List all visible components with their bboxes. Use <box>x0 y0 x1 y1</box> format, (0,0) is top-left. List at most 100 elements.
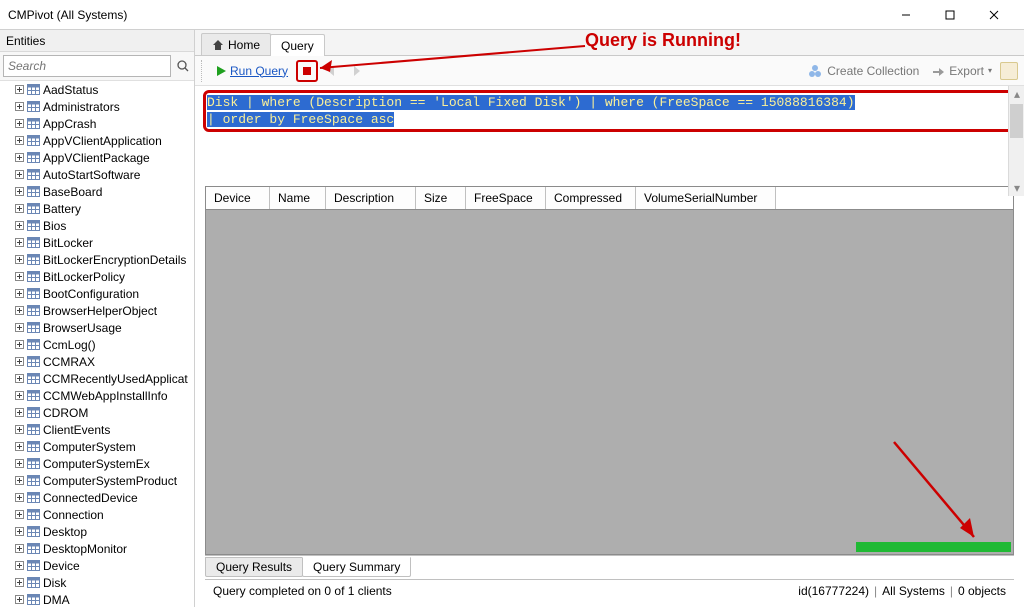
minimize-button[interactable] <box>884 1 928 29</box>
entity-tree-item[interactable]: BaseBoard <box>0 183 194 200</box>
entity-tree-item[interactable]: Connection <box>0 506 194 523</box>
status-objects: 0 objects <box>958 584 1006 598</box>
table-icon <box>26 508 40 522</box>
entity-tree-item[interactable]: Administrators <box>0 98 194 115</box>
tab-query-results[interactable]: Query Results <box>205 557 303 577</box>
entity-tree-item[interactable]: Desktop <box>0 523 194 540</box>
entity-tree-item[interactable]: CCMRecentlyUsedApplicat <box>0 370 194 387</box>
entity-label: Battery <box>43 202 81 216</box>
toolbar-options-button[interactable] <box>1000 62 1018 80</box>
expand-icon[interactable] <box>14 340 24 350</box>
grid-column-header[interactable]: Name <box>270 187 326 209</box>
entity-tree-item[interactable]: BitLocker <box>0 234 194 251</box>
table-icon <box>26 304 40 318</box>
expand-icon[interactable] <box>14 102 24 112</box>
entities-tree[interactable]: AadStatusAdministratorsAppCrashAppVClien… <box>0 81 194 607</box>
entity-tree-item[interactable]: AppCrash <box>0 115 194 132</box>
scroll-down-icon[interactable]: ▾ <box>1009 180 1024 196</box>
entity-label: Device <box>43 559 80 573</box>
maximize-button[interactable] <box>928 1 972 29</box>
expand-icon[interactable] <box>14 493 24 503</box>
entity-tree-item[interactable]: Bios <box>0 217 194 234</box>
editor-scrollbar[interactable]: ▴ ▾ <box>1008 86 1024 196</box>
entity-tree-item[interactable]: Device <box>0 557 194 574</box>
expand-icon[interactable] <box>14 408 24 418</box>
expand-icon[interactable] <box>14 272 24 282</box>
entity-tree-item[interactable]: ComputerSystem <box>0 438 194 455</box>
expand-icon[interactable] <box>14 425 24 435</box>
expand-icon[interactable] <box>14 323 24 333</box>
entity-tree-item[interactable]: AppVClientApplication <box>0 132 194 149</box>
entity-tree-item[interactable]: ComputerSystemEx <box>0 455 194 472</box>
entity-tree-item[interactable]: ComputerSystemProduct <box>0 472 194 489</box>
table-icon <box>26 236 40 250</box>
entity-tree-item[interactable]: BitLockerPolicy <box>0 268 194 285</box>
expand-icon[interactable] <box>14 238 24 248</box>
expand-icon[interactable] <box>14 374 24 384</box>
expand-icon[interactable] <box>14 289 24 299</box>
search-input[interactable] <box>3 55 171 77</box>
grid-column-header[interactable]: Size <box>416 187 466 209</box>
grid-column-header[interactable]: FreeSpace <box>466 187 546 209</box>
scroll-up-icon[interactable]: ▴ <box>1009 86 1024 102</box>
expand-icon[interactable] <box>14 459 24 469</box>
expand-icon[interactable] <box>14 357 24 367</box>
grid-header: DeviceNameDescriptionSizeFreeSpaceCompre… <box>206 187 1013 210</box>
expand-icon[interactable] <box>14 442 24 452</box>
entity-tree-item[interactable]: AadStatus <box>0 81 194 98</box>
expand-icon[interactable] <box>14 255 24 265</box>
entity-tree-item[interactable]: Disk <box>0 574 194 591</box>
entity-tree-item[interactable]: CCMRAX <box>0 353 194 370</box>
close-button[interactable] <box>972 1 1016 29</box>
grid-column-header[interactable]: Description <box>326 187 416 209</box>
annotation-arrow-to-progress-icon <box>874 432 994 552</box>
scroll-thumb[interactable] <box>1010 104 1023 138</box>
entity-tree-item[interactable]: CCMWebAppInstallInfo <box>0 387 194 404</box>
table-icon <box>26 83 40 97</box>
expand-icon[interactable] <box>14 153 24 163</box>
entity-tree-item[interactable]: BrowserHelperObject <box>0 302 194 319</box>
grid-column-header[interactable]: Compressed <box>546 187 636 209</box>
entity-tree-item[interactable]: ConnectedDevice <box>0 489 194 506</box>
expand-icon[interactable] <box>14 306 24 316</box>
expand-icon[interactable] <box>14 561 24 571</box>
expand-icon[interactable] <box>14 119 24 129</box>
entity-tree-item[interactable]: DMA <box>0 591 194 607</box>
entity-tree-item[interactable]: AppVClientPackage <box>0 149 194 166</box>
entity-tree-item[interactable]: Battery <box>0 200 194 217</box>
grid-column-header[interactable]: VolumeSerialNumber <box>636 187 776 209</box>
table-icon <box>26 406 40 420</box>
entity-tree-item[interactable]: CcmLog() <box>0 336 194 353</box>
entity-tree-item[interactable]: ClientEvents <box>0 421 194 438</box>
expand-icon[interactable] <box>14 136 24 146</box>
search-icon[interactable] <box>175 58 191 74</box>
expand-icon[interactable] <box>14 595 24 605</box>
expand-icon[interactable] <box>14 221 24 231</box>
expand-icon[interactable] <box>14 476 24 486</box>
expand-icon[interactable] <box>14 170 24 180</box>
expand-icon[interactable] <box>14 204 24 214</box>
entity-tree-item[interactable]: BrowserUsage <box>0 319 194 336</box>
export-button[interactable]: Export ▾ <box>927 62 996 80</box>
entity-tree-item[interactable]: BitLockerEncryptionDetails <box>0 251 194 268</box>
expand-icon[interactable] <box>14 578 24 588</box>
expand-icon[interactable] <box>14 544 24 554</box>
tab-query-summary[interactable]: Query Summary <box>302 557 411 577</box>
entity-tree-item[interactable]: BootConfiguration <box>0 285 194 302</box>
create-collection-button[interactable]: Create Collection <box>803 61 923 81</box>
entity-tree-item[interactable]: CDROM <box>0 404 194 421</box>
entity-tree-item[interactable]: DesktopMonitor <box>0 540 194 557</box>
export-label: Export <box>949 64 984 78</box>
entity-tree-item[interactable]: AutoStartSoftware <box>0 166 194 183</box>
expand-icon[interactable] <box>14 510 24 520</box>
expand-icon[interactable] <box>14 527 24 537</box>
expand-icon[interactable] <box>14 391 24 401</box>
query-editor[interactable]: Disk | where (Description == 'Local Fixe… <box>207 94 1010 128</box>
expand-icon[interactable] <box>14 187 24 197</box>
grid-column-header[interactable]: Device <box>206 187 270 209</box>
table-icon <box>26 457 40 471</box>
expand-icon[interactable] <box>14 85 24 95</box>
run-query-button[interactable]: Run Query <box>211 62 292 80</box>
tab-home[interactable]: Home <box>201 33 271 55</box>
home-icon <box>212 39 224 51</box>
